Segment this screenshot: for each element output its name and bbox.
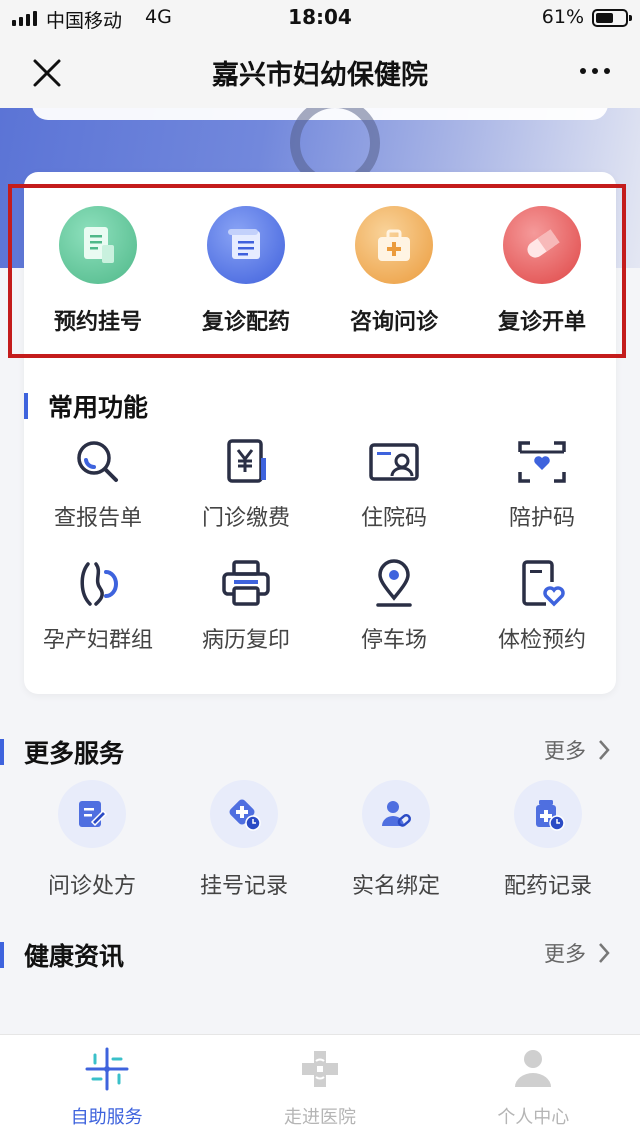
registration-history-icon	[210, 780, 278, 848]
more-service-label: 配药记录	[503, 874, 592, 899]
function-label: 孕产妇群组	[42, 628, 153, 653]
more-service-label: 挂号记录	[199, 874, 288, 899]
function-label: 病历复印	[201, 628, 290, 653]
tab-personal-center[interactable]: 个人中心	[427, 1035, 640, 1138]
more-service-real-name-binding[interactable]: 实名绑定	[320, 780, 472, 900]
health-news-more-link[interactable]: 更多	[544, 938, 610, 968]
tab-label: 自助服务	[70, 1107, 143, 1128]
function-checkup-booking[interactable]: 体检预约	[468, 558, 616, 654]
magnifier-icon	[77, 441, 118, 482]
function-parking[interactable]: 停车场	[320, 558, 468, 654]
function-escort-code[interactable]: 陪护码	[468, 436, 616, 532]
close-icon[interactable]	[30, 56, 64, 90]
more-service-consult-prescription[interactable]: 问诊处方	[16, 780, 168, 900]
tab-self-service[interactable]: 自助服务	[0, 1035, 213, 1138]
more-link-label: 更多	[544, 942, 586, 966]
id-card-icon	[369, 443, 419, 481]
more-service-registration-record[interactable]: 挂号记录	[168, 780, 320, 900]
section-accent-bar	[24, 393, 28, 419]
tab-about-hospital[interactable]: 走进医院	[213, 1035, 426, 1138]
function-label: 停车场	[360, 628, 427, 653]
function-outpatient-payment[interactable]: 门诊缴费	[172, 436, 320, 532]
more-service-dispense-record[interactable]: 配药记录	[472, 780, 624, 900]
self-service-icon	[85, 1047, 129, 1091]
pregnancy-icon	[80, 562, 118, 606]
edit-prescription-icon	[58, 780, 126, 848]
function-label: 查报告单	[53, 506, 142, 531]
battery-percent: 61%	[541, 6, 584, 28]
bottom-tab-bar: 自助服务 走进医院 个人中心	[0, 1034, 640, 1138]
function-label: 体检预约	[497, 628, 586, 653]
section-accent-bar	[0, 942, 4, 968]
tab-label: 个人中心	[497, 1107, 570, 1128]
medicine-history-icon	[514, 780, 582, 848]
section-accent-bar	[0, 739, 4, 765]
user-link-icon	[362, 780, 430, 848]
battery-icon	[592, 9, 632, 27]
more-services-grid: 问诊处方 挂号记录 实名绑定 配药记录	[16, 780, 624, 900]
function-view-report[interactable]: 查报告单	[24, 436, 172, 532]
nav-bar: 嘉兴市妇幼保健院	[0, 36, 640, 108]
function-label: 门诊缴费	[201, 506, 290, 531]
hospital-cross-icon	[301, 1051, 338, 1087]
common-functions-header: 常用功能	[24, 388, 148, 424]
section-title: 更多服务	[24, 739, 125, 768]
function-label: 住院码	[360, 506, 427, 531]
more-services-header: 更多服务	[0, 734, 124, 770]
common-functions-grid: 查报告单 门诊缴费 住院码 陪护码 孕产妇群组 病历复印 停车场 体检预约	[24, 436, 616, 654]
printer-icon	[222, 560, 270, 606]
section-title: 常用功能	[48, 393, 149, 422]
more-dots-icon[interactable]	[580, 68, 610, 74]
function-inpatient-code[interactable]: 住院码	[320, 436, 468, 532]
function-maternity-group[interactable]: 孕产妇群组	[24, 558, 172, 654]
page-title: 嘉兴市妇幼保健院	[212, 59, 428, 91]
more-service-label: 实名绑定	[351, 874, 440, 899]
tab-label: 走进医院	[283, 1107, 356, 1128]
checkup-heart-icon	[522, 560, 565, 607]
more-services-link[interactable]: 更多	[544, 735, 610, 765]
health-news-header: 健康资讯	[0, 937, 124, 973]
more-service-label: 问诊处方	[47, 874, 136, 899]
section-title: 健康资讯	[24, 942, 125, 971]
person-icon	[515, 1050, 552, 1087]
chevron-right-icon	[599, 740, 610, 760]
status-bar: 中国移动 4G 18:04 61%	[0, 0, 640, 36]
more-link-label: 更多	[544, 739, 586, 763]
chevron-right-icon	[599, 943, 610, 963]
location-pin-icon	[376, 559, 412, 607]
highlight-box	[8, 184, 626, 358]
function-record-copy[interactable]: 病历复印	[172, 558, 320, 654]
function-label: 陪护码	[508, 506, 575, 531]
yen-payment-icon	[227, 439, 266, 483]
scan-heart-icon	[518, 441, 566, 483]
